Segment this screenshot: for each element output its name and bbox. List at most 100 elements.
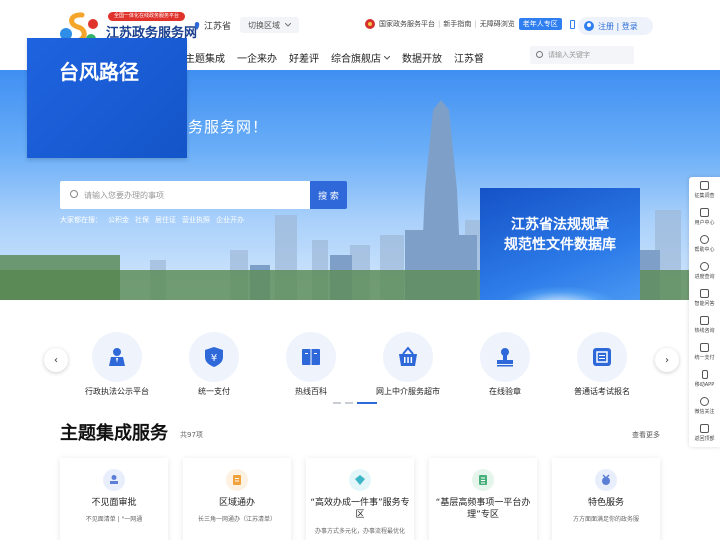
hot-word[interactable]: 营业执照: [182, 215, 210, 225]
mobile-icon[interactable]: [569, 19, 575, 29]
service-icon-circle: [286, 332, 336, 382]
law-database-line1: 江苏省法规规章: [511, 217, 609, 233]
mobile-icon: [701, 370, 708, 379]
elder-mode-button[interactable]: 老年人专区: [518, 18, 562, 30]
float-item-payment[interactable]: 统一支付: [689, 343, 720, 361]
view-more-link[interactable]: 查看更多: [632, 430, 660, 440]
carousel-pager: [333, 402, 377, 404]
law-database-banner[interactable]: 江苏省法规规章 规范性文件数据库: [480, 188, 640, 300]
list-icon: [479, 475, 487, 485]
pager-dot[interactable]: [333, 402, 341, 404]
seal-icon: [110, 475, 118, 484]
card-icon: [103, 469, 125, 491]
card-desc: 方方面面满足你的政务服: [572, 516, 639, 523]
float-label: 微信关注: [694, 409, 715, 415]
link-national-platform[interactable]: 国家政务服务平台: [379, 19, 435, 29]
card-title: “基层高频事项一平台办理”专区: [435, 498, 531, 520]
theme-card[interactable]: 不见面审批 不见面清单 | "一网通: [60, 458, 168, 540]
law-database-line2: 规范性文件数据库: [504, 237, 616, 253]
pin-icon: [194, 21, 200, 30]
float-item-survey[interactable]: 征集调查: [689, 181, 720, 199]
theme-card[interactable]: “基层高频事项一平台办理”专区: [429, 458, 537, 540]
nav-item-enterprise[interactable]: 一企来办: [237, 50, 277, 65]
service-label: 在线验章: [489, 387, 521, 396]
typhoon-path-popup[interactable]: 台风路径: [27, 38, 187, 158]
service-label: 网上中介服务超市: [376, 387, 440, 396]
pager-dot[interactable]: [357, 402, 377, 404]
person-badge-icon: [109, 348, 125, 366]
service-item[interactable]: 网上中介服务超市: [363, 332, 453, 397]
main-nav: 主题集成 一企来办 好差评 综合旗舰店 数据开放 江苏督: [185, 50, 496, 65]
service-label: 热线百科: [295, 387, 327, 396]
theme-card[interactable]: 区域通办 长三角一网通办（江苏清单）: [183, 458, 291, 540]
header-search-input[interactable]: 请输入关键字: [530, 46, 634, 64]
carousel-prev-button[interactable]: ‹: [44, 348, 68, 372]
service-item[interactable]: 行政执法公示平台: [72, 332, 162, 397]
float-item-hotline[interactable]: 热线咨询: [689, 316, 720, 334]
card-title: 区域通办: [218, 498, 255, 508]
hot-words-label: 大家都在搜：: [60, 216, 102, 224]
service-item[interactable]: 在线验章: [460, 332, 550, 397]
service-item[interactable]: 普通话考试报名: [557, 332, 647, 397]
card-icon: [349, 469, 371, 491]
hot-word[interactable]: 社保: [135, 215, 149, 225]
hot-word[interactable]: 公积金: [108, 215, 129, 225]
service-label: 行政执法公示平台: [85, 387, 149, 396]
service-item[interactable]: 热线百科: [266, 332, 356, 397]
card-desc: 办事方式多元化，办事流程最优化: [314, 528, 405, 535]
float-item-app[interactable]: 移动APP: [689, 370, 720, 388]
card-desc: 不见面清单 | "一网通: [85, 516, 143, 523]
service-icon-circle: [577, 332, 627, 382]
book-icon: [302, 349, 320, 365]
service-icon-circle: [383, 332, 433, 382]
service-item[interactable]: ¥ 统一支付: [169, 332, 259, 397]
divider: |: [474, 20, 477, 28]
location-text: 江苏省: [204, 22, 232, 32]
hot-word[interactable]: 企业开办: [216, 215, 244, 225]
nav-item-theme[interactable]: 主题集成: [185, 50, 225, 65]
theme-card[interactable]: 特色服务 方方面面满足你的政务服: [552, 458, 660, 540]
logo-badge: 全国一体化在线政务服务平台: [108, 12, 186, 21]
float-item-user-center[interactable]: 用户中心: [689, 208, 720, 226]
login-button[interactable]: 注册 | 登录: [578, 17, 653, 35]
switch-area-button[interactable]: 切换区域: [240, 17, 299, 33]
float-item-wechat[interactable]: 微信关注: [689, 397, 720, 415]
nav-item-data-open[interactable]: 数据开放: [402, 50, 442, 65]
float-item-back-top[interactable]: 返回顶部: [689, 424, 720, 442]
floating-toolbar: 征集调查 用户中心 帮助中心 进度查询 智能问答 热线咨询 统一支付 移动APP…: [689, 177, 720, 447]
card-desc: 长三角一网通办（江苏清单）: [197, 516, 276, 523]
hot-word[interactable]: 居住证: [155, 215, 176, 225]
seal-icon: [497, 348, 513, 367]
nav-item-flagship[interactable]: 综合旗舰店: [331, 50, 390, 65]
diamond-icon: [355, 475, 365, 485]
float-item-progress[interactable]: 进度查询: [689, 262, 720, 280]
float-item-ai-qa[interactable]: 智能问答: [689, 289, 720, 307]
link-guide[interactable]: 新手指南: [443, 19, 471, 29]
user-icon: [584, 21, 594, 31]
float-label: 用户中心: [694, 220, 715, 226]
nav-item-supervision[interactable]: 江苏督: [454, 50, 484, 65]
progress-icon: [700, 262, 709, 271]
clipboard-icon: [700, 181, 709, 190]
float-label: 帮助中心: [694, 247, 715, 253]
theme-card[interactable]: “高效办成一件事”服务专区 办事方式多元化，办事流程最优化: [306, 458, 414, 540]
carousel-next-button[interactable]: ›: [655, 348, 679, 372]
section-title: 主题集成服务: [60, 423, 168, 444]
search-button[interactable]: 搜 索: [310, 181, 347, 209]
help-icon: [700, 235, 709, 244]
link-accessibility[interactable]: 无障碍浏览: [480, 19, 515, 29]
chat-icon: [700, 316, 709, 325]
service-label: 统一支付: [198, 387, 230, 396]
main-search-input[interactable]: 请输入您要办理的事项: [60, 181, 310, 209]
user-card-icon: [700, 208, 709, 217]
service-icon-circle: [480, 332, 530, 382]
pager-dot[interactable]: [345, 402, 353, 404]
top-links: 国家政务服务平台 | 新手指南 | 无障碍浏览 老年人专区: [365, 18, 575, 30]
nav-item-review[interactable]: 好差评: [289, 50, 319, 65]
chevron-down-icon: [285, 23, 291, 27]
float-item-help[interactable]: 帮助中心: [689, 235, 720, 253]
medal-icon: [602, 474, 610, 485]
divider: |: [438, 20, 441, 28]
float-label: 征集调查: [694, 193, 715, 199]
certificate-icon: [593, 348, 611, 366]
